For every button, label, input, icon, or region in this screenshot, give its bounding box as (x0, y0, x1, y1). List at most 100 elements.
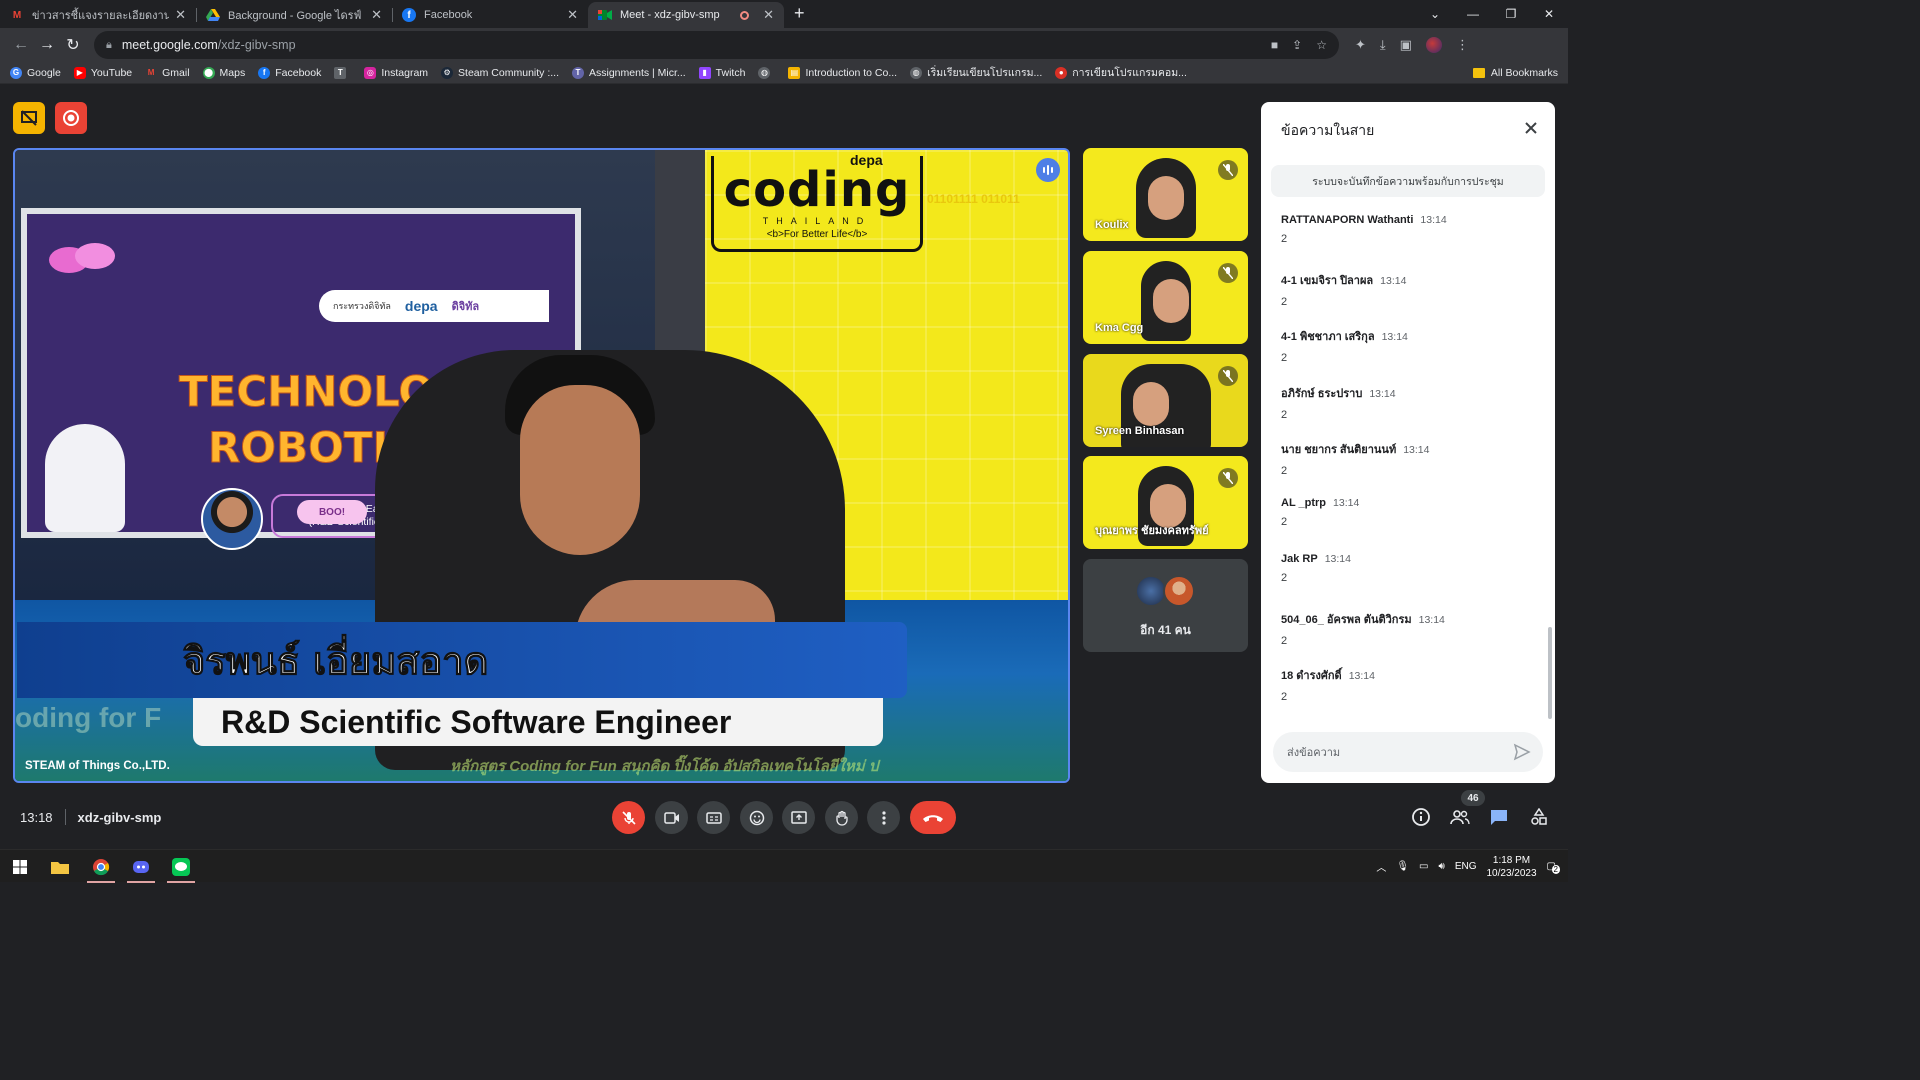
recording-disabled-button[interactable] (13, 102, 45, 134)
chat-message: 18 ดำรงศักดิ์ 13:14 2 (1281, 666, 1541, 723)
bookmark-google[interactable]: G Google (10, 66, 61, 79)
chrome-taskbar-button[interactable] (81, 850, 121, 883)
bookmark-introduction[interactable]: ▤ Introduction to Co... (788, 66, 897, 79)
facebook-icon: f (258, 66, 271, 79)
message-text: 2 (1281, 352, 1288, 364)
side-panel-icon[interactable]: ▣ (1400, 37, 1412, 53)
camera-in-use-icon[interactable]: ■ (1271, 38, 1278, 52)
meeting-time: 13:18 (20, 809, 53, 825)
ticker-bottom-text: หลักสูตร Coding for Fun สนุกคิด ปิ๊งโค้ด… (450, 758, 879, 775)
lock-icon[interactable]: 🔒︎ (106, 39, 112, 52)
new-tab-button[interactable]: + (794, 3, 805, 24)
meeting-info-button[interactable] (1409, 805, 1433, 829)
clock[interactable]: 1:18 PM 10/23/2023 (1486, 854, 1536, 880)
participant-tile[interactable]: Kma Cgg (1083, 251, 1248, 344)
chat-scrollbar[interactable] (1548, 627, 1552, 719)
message-text: 2 (1281, 515, 1288, 528)
people-button[interactable] (1448, 805, 1472, 829)
back-button[interactable]: ← (8, 32, 34, 58)
close-tab-icon[interactable]: ✕ (567, 7, 578, 23)
message-sender: 4-1 เขมจิรา ปิลาผล (1281, 274, 1374, 287)
bookmark-youtube[interactable]: ▶ YouTube (73, 66, 132, 79)
tab-facebook[interactable]: f Facebook ✕ (392, 2, 588, 28)
volume-icon[interactable]: 🔊︎ (1439, 861, 1445, 872)
restore-button[interactable]: ❐ (1492, 0, 1530, 28)
tab-search-icon[interactable]: ⌄ (1416, 0, 1454, 28)
tray-chevron-icon[interactable]: ︿ (1376, 859, 1386, 874)
browser-toolbar: ← → ↻ 🔒︎ meet.google.com /xdz-gibv-smp ■… (0, 28, 1568, 62)
participant-tile[interactable]: Syreen Binhasan (1083, 354, 1248, 447)
message-time: 13:14 (1324, 553, 1351, 565)
menu-icon[interactable]: ⋮ (1456, 37, 1469, 53)
close-tab-icon[interactable]: ✕ (763, 7, 774, 23)
tab-title: ข่าวสารชี้แจงรายละเอียดงาน Coding (32, 10, 170, 22)
close-tab-icon[interactable]: ✕ (175, 7, 186, 23)
main-video-tile[interactable]: 01101111 011011 coding THAILAND <b>For B… (13, 148, 1070, 783)
bookmark-instagram[interactable]: ◎ Instagram (364, 66, 428, 79)
start-button[interactable] (0, 850, 40, 883)
bookmark-maps[interactable]: ⬤ Maps (202, 66, 245, 79)
bookmark-facebook[interactable]: f Facebook (258, 66, 321, 79)
camera-button[interactable] (655, 801, 688, 834)
record-icon: ● (1055, 66, 1068, 79)
minimize-button[interactable]: — (1454, 0, 1492, 28)
close-window-button[interactable]: ✕ (1530, 0, 1568, 28)
language-indicator[interactable]: ENG (1455, 861, 1477, 872)
extensions-icon[interactable]: ✦ (1355, 37, 1366, 53)
network-icon[interactable]: ▭ (1419, 861, 1428, 872)
message-time: 13:14 (1403, 444, 1430, 456)
message-sender: Jak RP (1281, 553, 1318, 565)
chat-button[interactable] (1487, 805, 1511, 829)
bookmark-star-icon[interactable]: ☆ (1316, 38, 1327, 52)
bookmark-programming[interactable]: ● การเขียนโปรแกรมคอม... (1055, 64, 1187, 81)
recording-button[interactable] (55, 102, 87, 134)
presenter-job-title: R&D Scientific Software Engineer (221, 703, 732, 740)
discord-taskbar-button[interactable] (121, 850, 161, 883)
tab-drive[interactable]: Background - Google ไดรฟ์ ✕ (196, 2, 392, 28)
line-icon (172, 857, 190, 876)
participant-tile[interactable]: บุณยาพร ชัยมงคลทรัพย์ (1083, 456, 1248, 549)
reactions-button[interactable] (740, 801, 773, 834)
download-icon[interactable]: ⤓ (1380, 37, 1386, 53)
close-chat-button[interactable] (1521, 118, 1541, 138)
present-screen-button[interactable] (782, 801, 815, 834)
chat-input[interactable]: ส่งข้อความ (1273, 732, 1543, 772)
more-options-button[interactable] (867, 801, 900, 834)
send-button[interactable] (1513, 743, 1531, 761)
forward-button[interactable]: → (34, 32, 60, 58)
bookmark-globe[interactable]: ◍ (758, 66, 775, 79)
chat-icon (1491, 810, 1507, 825)
microphone-button[interactable] (612, 801, 645, 834)
message-sender: นาย ชยากร สันติยานนท์ (1281, 444, 1397, 456)
bookmark-learn-programming[interactable]: ◍ เริ่มเรียนเขียนโปรแกรม... (910, 64, 1042, 81)
microphone-tray-icon[interactable]: 🎙︎ (1396, 861, 1409, 872)
bookmark-steam[interactable]: ⚙ Steam Community :... (441, 66, 559, 79)
file-explorer-button[interactable] (40, 850, 80, 883)
reload-button[interactable]: ↻ (60, 32, 86, 58)
leave-call-button[interactable] (910, 801, 956, 834)
activities-button[interactable] (1527, 805, 1551, 829)
message-sender: อภิรักษ์ ธระปราบ (1281, 387, 1363, 400)
profile-avatar[interactable] (1425, 37, 1442, 53)
message-text: 2 (1281, 634, 1288, 647)
more-participants-tile[interactable]: อีก 41 คน (1083, 559, 1248, 652)
mic-off-icon (1218, 160, 1238, 180)
raise-hand-button[interactable] (825, 801, 858, 834)
participant-name: Koulix (1095, 219, 1129, 231)
bookmark-site[interactable]: T (334, 66, 351, 79)
close-tab-icon[interactable]: ✕ (371, 7, 382, 23)
share-icon[interactable]: ⇪ (1292, 38, 1302, 52)
tab-title: Background - Google ไดรฟ์ (228, 10, 362, 22)
bookmark-assignments[interactable]: T Assignments | Micr... (572, 66, 686, 79)
captions-button[interactable] (697, 801, 730, 834)
bookmark-gmail[interactable]: M Gmail (145, 67, 190, 79)
tab-gmail[interactable]: M ข่าวสารชี้แจงรายละเอียดงาน Coding ✕ (0, 2, 196, 28)
line-taskbar-button[interactable] (161, 850, 201, 883)
notifications-icon[interactable]: ▢ 2 (1547, 861, 1560, 874)
address-bar[interactable]: 🔒︎ meet.google.com /xdz-gibv-smp ■ ⇪ ☆ (94, 31, 1339, 59)
participant-tile[interactable]: Koulix (1083, 148, 1248, 241)
bookmark-twitch[interactable]: ▮ Twitch (698, 66, 745, 79)
all-bookmarks-button[interactable]: All Bookmarks (1472, 67, 1558, 79)
chat-message: AL _ptrp 13:14 2 (1281, 497, 1541, 554)
tab-meet[interactable]: Meet - xdz-gibv-smp ✕ (588, 2, 784, 28)
